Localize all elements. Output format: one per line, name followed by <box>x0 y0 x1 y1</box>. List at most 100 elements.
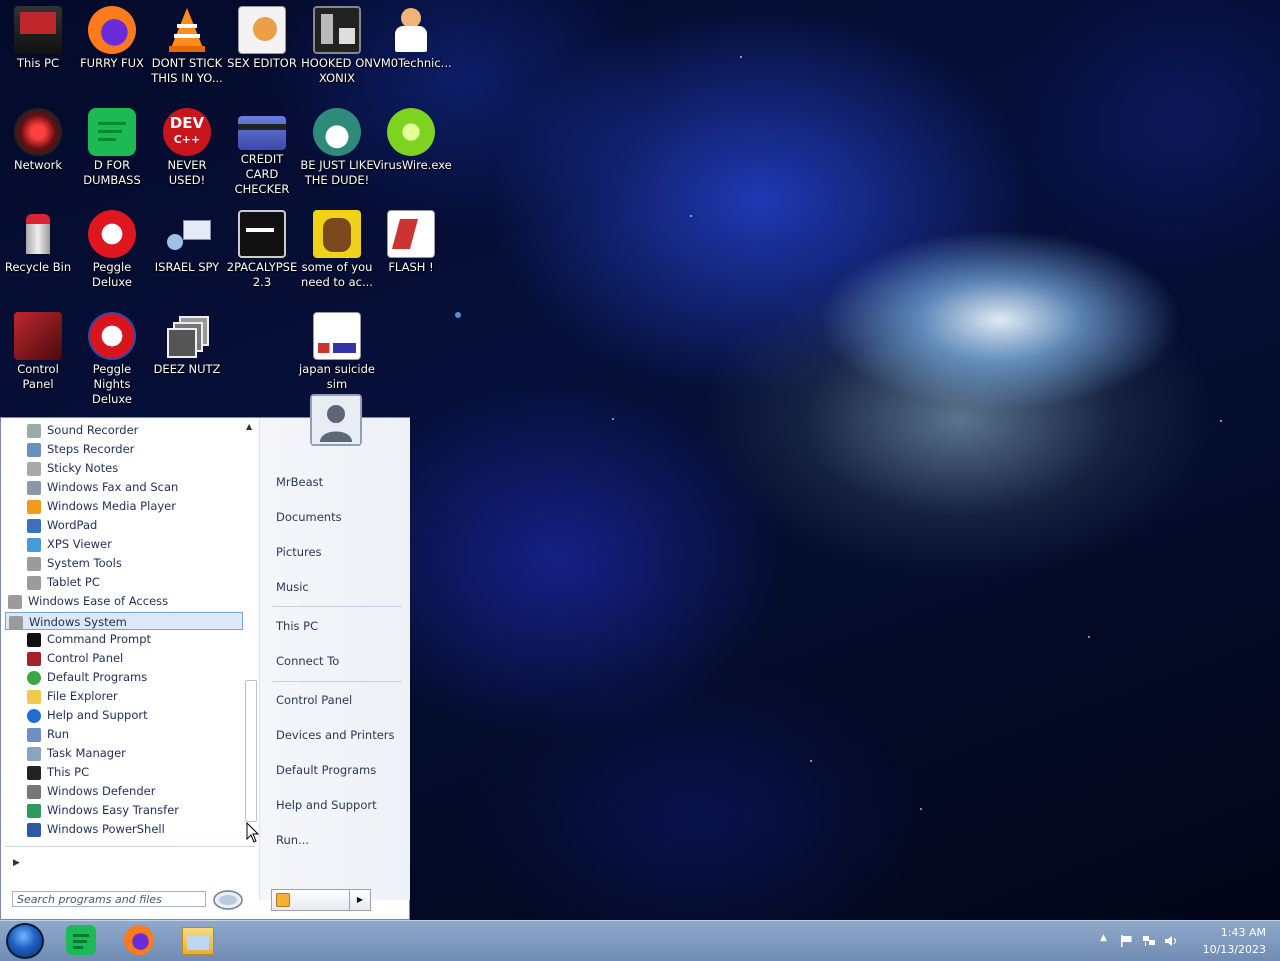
desktop-icon-never-used[interactable]: DEV C++ NEVER USED! <box>149 102 225 188</box>
desktop-icon-vm0technic[interactable]: VM0Technic... <box>373 0 452 71</box>
desktop-icon-label: Peggle Deluxe <box>92 260 132 289</box>
program-label: Windows PowerShell <box>47 822 165 836</box>
system-tray: ▲ 1:43 AM 10/13/2023 <box>1100 921 1280 961</box>
file-explorer-icon <box>27 689 41 704</box>
desktop-icon-d-for-dumbass[interactable]: D FOR DUMBASS <box>74 102 150 188</box>
right-item-run[interactable]: Run... <box>276 833 309 847</box>
program-xps-viewer[interactable]: XPS Viewer <box>27 535 112 553</box>
folder-icon <box>27 556 41 571</box>
programs-scrollbar-thumb[interactable] <box>245 680 257 822</box>
desktop-icon-label: FURRY FUX <box>80 56 144 70</box>
desktop-icon-sex-editor[interactable]: SEX EDITOR <box>224 0 300 71</box>
program-windows-system[interactable]: Windows System <box>5 612 243 630</box>
program-windows-ease-of-access[interactable]: Windows Ease of Access <box>8 592 168 610</box>
star <box>612 418 614 420</box>
user-avatar[interactable] <box>310 394 362 446</box>
program-command-prompt[interactable]: Command Prompt <box>27 630 151 648</box>
desktop-icon-flash[interactable]: FLASH ! <box>373 204 449 275</box>
right-item-default-programs[interactable]: Default Programs <box>276 763 376 777</box>
right-item-connect-to[interactable]: Connect To <box>276 654 339 668</box>
taskbar-app-firefox[interactable] <box>124 925 156 957</box>
network-icon[interactable] <box>1142 935 1156 947</box>
taskbar-app-file-explorer[interactable] <box>182 925 214 957</box>
hex-editor-icon <box>238 6 286 54</box>
clock-time[interactable]: 1:43 AM <box>1221 926 1266 939</box>
task-manager-icon <box>27 746 41 761</box>
desktop-icon-credit-card-checker[interactable]: CREDIT CARD CHECKER <box>224 102 300 197</box>
show-hidden-icons-icon[interactable]: ▲ <box>1100 933 1107 943</box>
desktop-icon-hooked-on-xonix[interactable]: HOOKED ON XONIX <box>299 0 375 86</box>
right-item-control-panel[interactable]: Control Panel <box>276 693 352 707</box>
start-menu-right-pane: MrBeast Documents Pictures Music This PC… <box>259 394 410 911</box>
right-item-music[interactable]: Music <box>276 580 309 594</box>
program-windows-media-player[interactable]: Windows Media Player <box>27 497 176 515</box>
shutdown-button[interactable]: ▶ <box>271 889 371 911</box>
desktop-icon-label: BE JUST LIKE THE DUDE! <box>300 158 374 187</box>
desktop-icon-dont-stick[interactable]: DONT STICK THIS IN YO... <box>149 0 225 86</box>
desktop-icon-recycle-bin[interactable]: Recycle Bin <box>0 204 76 275</box>
desktop-icon-deez-nutz[interactable]: DEEZ NUTZ <box>149 306 225 377</box>
desktop-icon-label: ISRAEL SPY <box>154 260 220 274</box>
program-windows-fax-and-scan[interactable]: Windows Fax and Scan <box>27 478 178 496</box>
program-sticky-notes[interactable]: Sticky Notes <box>27 459 118 477</box>
program-help-and-support[interactable]: Help and Support <box>27 706 148 724</box>
desktop-icon-furry-fux[interactable]: FURRY FUX <box>74 0 150 71</box>
program-label: Steps Recorder <box>47 442 135 456</box>
desktop-icon-peggle-deluxe[interactable]: Peggle Deluxe <box>74 204 150 290</box>
xps-viewer-icon <box>27 537 41 552</box>
desktop-icon-peggle-nights[interactable]: Peggle Nights Deluxe <box>74 306 150 407</box>
desktop-icon-israel-spy[interactable]: ISRAEL SPY <box>149 204 225 275</box>
desktop-icon-control-panel[interactable]: Control Panel <box>0 306 76 392</box>
desktop-icon-label: Control Panel <box>17 362 59 391</box>
scroll-up-arrow-icon[interactable]: ▲ <box>246 422 252 431</box>
program-system-tools[interactable]: System Tools <box>27 554 122 572</box>
right-item-pictures[interactable]: Pictures <box>276 545 322 559</box>
program-label: XPS Viewer <box>47 537 112 551</box>
desktop-icon-label: HOOKED ON XONIX <box>301 56 373 85</box>
program-label: Sticky Notes <box>47 461 119 475</box>
back-arrow-icon[interactable]: ▶ <box>13 858 20 868</box>
program-windows-easy-transfer[interactable]: Windows Easy Transfer <box>27 801 179 819</box>
shutdown-options-arrow-icon[interactable]: ▶ <box>349 890 370 910</box>
peggle-nights-icon <box>88 312 136 360</box>
program-control-panel[interactable]: Control Panel <box>27 649 123 667</box>
desktop-icon-label: 2PACALYPSE 2.3 <box>226 260 298 289</box>
spotify-icon <box>66 925 96 955</box>
volume-icon[interactable] <box>1164 935 1178 947</box>
search-button[interactable] <box>212 889 244 911</box>
program-sound-recorder[interactable]: Sound Recorder <box>27 421 138 439</box>
program-file-explorer[interactable]: File Explorer <box>27 687 118 705</box>
desktop-icon-2pacalypse[interactable]: 2PACALYPSE 2.3 <box>224 204 300 290</box>
program-run[interactable]: Run <box>27 725 69 743</box>
search-programs-input[interactable]: Search programs and files <box>12 891 206 907</box>
program-windows-powershell[interactable]: Windows PowerShell <box>27 820 165 838</box>
program-wordpad[interactable]: WordPad <box>27 516 97 534</box>
desktop-icon-some-of-you[interactable]: some of you need to ac... <box>299 204 375 290</box>
right-item-help-and-support[interactable]: Help and Support <box>276 798 377 812</box>
desktop-icon-viruswire[interactable]: VirusWire.exe <box>373 102 452 173</box>
desktop-icon-network[interactable]: Network <box>0 102 76 173</box>
program-label: Tablet PC <box>47 575 100 589</box>
right-item-devices-and-printers[interactable]: Devices and Printers <box>276 728 395 742</box>
program-windows-defender[interactable]: Windows Defender <box>27 782 155 800</box>
santa-portrait-icon <box>313 108 361 156</box>
right-item-this-pc[interactable]: This PC <box>276 619 318 633</box>
action-center-flag-icon[interactable] <box>1120 935 1134 947</box>
program-default-programs[interactable]: Default Programs <box>27 668 147 686</box>
desktop-icon-japan-suicide-sim[interactable]: japan suicide sim <box>299 306 375 392</box>
program-tablet-pc[interactable]: Tablet PC <box>27 573 100 591</box>
start-orb-button[interactable] <box>6 923 44 959</box>
console-icon <box>238 210 286 258</box>
desktop-icon-be-just-like-the-dude[interactable]: BE JUST LIKE THE DUDE! <box>299 102 375 188</box>
fax-icon <box>27 480 41 495</box>
desktop-icon-label: NEVER USED! <box>167 158 207 187</box>
program-task-manager[interactable]: Task Manager <box>27 744 126 762</box>
lock-warning-icon <box>276 893 290 907</box>
right-item-documents[interactable]: Documents <box>276 510 342 524</box>
right-item-mrbeast[interactable]: MrBeast <box>276 475 323 489</box>
program-this-pc[interactable]: This PC <box>27 763 89 781</box>
program-steps-recorder[interactable]: Steps Recorder <box>27 440 134 458</box>
taskbar-app-spotify[interactable] <box>66 925 98 957</box>
desktop-icon-this-pc[interactable]: This PC <box>0 0 76 71</box>
clock-date[interactable]: 10/13/2023 <box>1203 943 1266 956</box>
